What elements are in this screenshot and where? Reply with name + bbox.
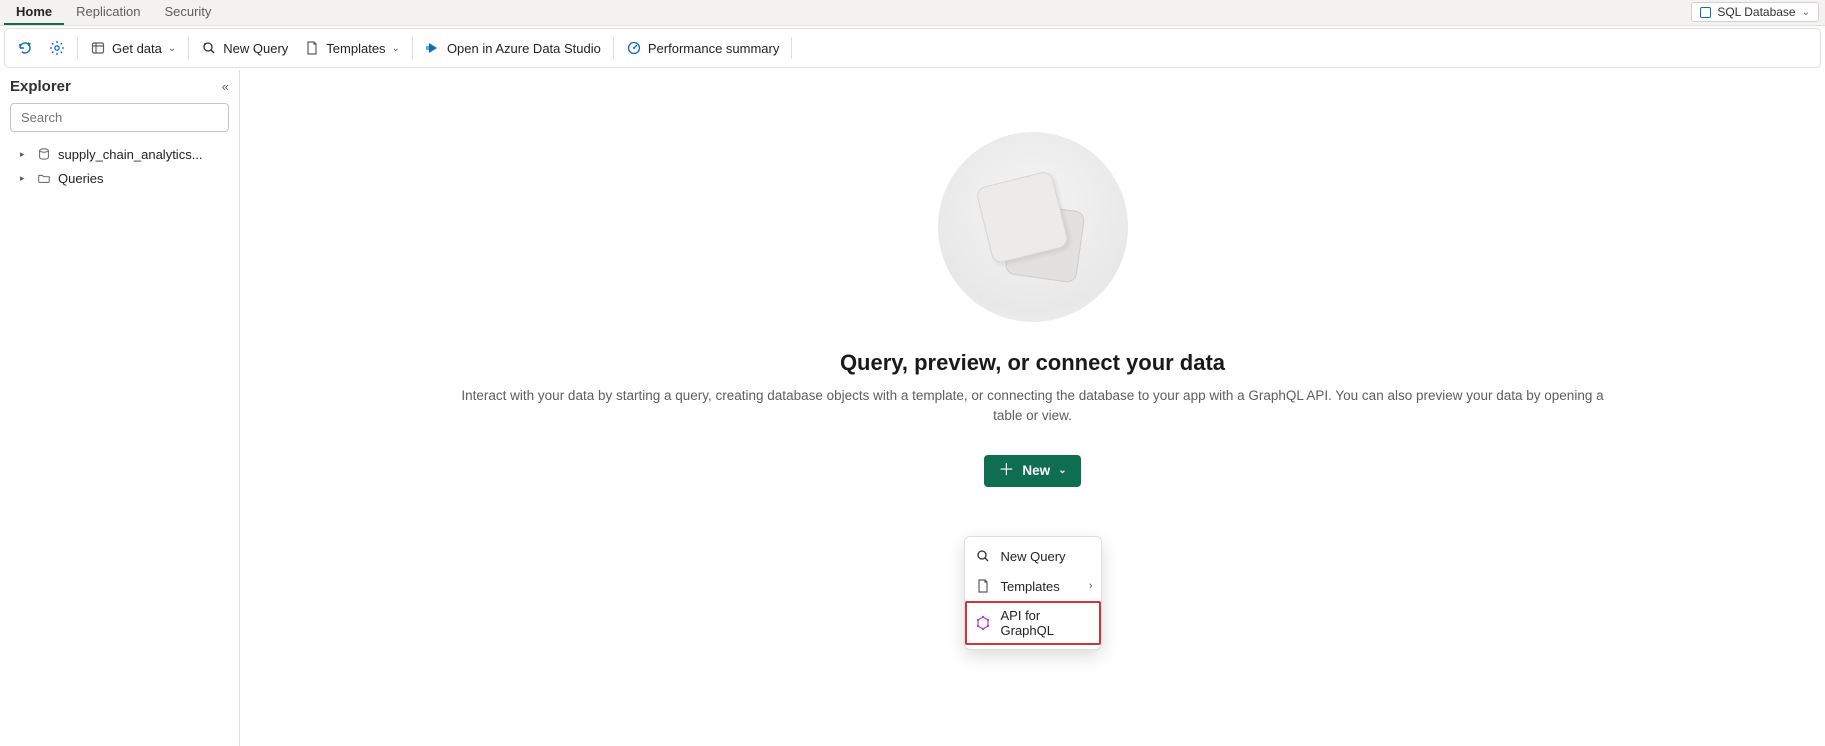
- empty-state: Query, preview, or connect your data Int…: [443, 132, 1623, 487]
- database-type-dropdown[interactable]: SQL Database ⌄: [1691, 2, 1819, 22]
- query-icon: [201, 40, 217, 56]
- tree-item-database[interactable]: ▸ supply_chain_analytics...: [10, 142, 229, 166]
- templates-icon: [975, 578, 991, 594]
- chevron-right-icon: ▸: [20, 173, 30, 184]
- graphql-icon: [975, 615, 991, 631]
- tab-replication[interactable]: Replication: [64, 0, 152, 25]
- performance-label: Performance summary: [648, 41, 779, 56]
- get-data-button[interactable]: Get data ⌄: [82, 36, 184, 60]
- database-icon: [36, 146, 52, 162]
- gear-icon: [49, 40, 65, 56]
- new-query-label: New Query: [223, 41, 288, 56]
- plus-icon: ＋: [998, 463, 1014, 479]
- chevron-down-icon: ⌄: [392, 43, 400, 54]
- tree-item-label: Queries: [58, 171, 104, 186]
- toolbar-separator: [613, 37, 614, 59]
- menu-item-label: New Query: [1001, 549, 1066, 564]
- chevron-down-icon: ⌄: [168, 43, 176, 54]
- new-dropdown-menu: New Query Templates › API for GraphQL: [964, 536, 1102, 650]
- toolbar-separator: [791, 37, 792, 59]
- gauge-icon: [626, 40, 642, 56]
- empty-state-title: Query, preview, or connect your data: [443, 350, 1623, 376]
- chevron-right-icon: ▸: [20, 149, 30, 160]
- tree-item-queries[interactable]: ▸ Queries: [10, 166, 229, 190]
- folder-icon: [36, 170, 52, 186]
- new-query-button[interactable]: New Query: [193, 36, 296, 60]
- open-ads-label: Open in Azure Data Studio: [447, 41, 601, 56]
- refresh-button[interactable]: [9, 36, 41, 60]
- menu-item-label: Templates: [1001, 579, 1060, 594]
- tree-item-label: supply_chain_analytics...: [58, 147, 203, 162]
- query-icon: [975, 548, 991, 564]
- new-button-label: New: [1022, 463, 1050, 478]
- empty-state-illustration: [938, 132, 1128, 322]
- get-data-label: Get data: [112, 41, 162, 56]
- main-pane: Query, preview, or connect your data Int…: [240, 70, 1825, 746]
- menu-new-query[interactable]: New Query: [965, 541, 1101, 571]
- top-tabs: Home Replication Security SQL Database ⌄: [0, 0, 1825, 26]
- menu-item-label: API for GraphQL: [1001, 608, 1091, 638]
- toolbar-separator: [77, 37, 78, 59]
- refresh-icon: [17, 40, 33, 56]
- menu-templates[interactable]: Templates ›: [965, 571, 1101, 601]
- explorer-title: Explorer: [10, 78, 71, 95]
- body: Explorer « ▸ supply_chain_analytics... ▸…: [0, 70, 1825, 746]
- empty-state-subtitle: Interact with your data by starting a qu…: [453, 386, 1613, 427]
- performance-button[interactable]: Performance summary: [618, 36, 787, 60]
- data-icon: [90, 40, 106, 56]
- tab-home[interactable]: Home: [4, 0, 64, 25]
- templates-button[interactable]: Templates ⌄: [296, 36, 408, 60]
- toolbar: Get data ⌄ New Query Templates ⌄ Open in…: [4, 28, 1821, 68]
- collapse-sidebar-button[interactable]: «: [222, 79, 229, 94]
- templates-label: Templates: [326, 41, 385, 56]
- azure-data-studio-icon: [425, 40, 441, 56]
- database-icon: [1700, 7, 1711, 18]
- chevron-right-icon: ›: [1089, 580, 1093, 592]
- templates-icon: [304, 40, 320, 56]
- explorer-search-input[interactable]: [10, 103, 229, 132]
- toolbar-separator: [188, 37, 189, 59]
- toolbar-separator: [412, 37, 413, 59]
- menu-api-graphql[interactable]: API for GraphQL: [965, 601, 1101, 645]
- new-dropdown-button[interactable]: ＋ New ⌄: [984, 455, 1080, 487]
- database-type-label: SQL Database: [1717, 5, 1795, 19]
- chevron-down-icon: ⌄: [1058, 465, 1066, 476]
- tab-security[interactable]: Security: [152, 0, 223, 25]
- open-ads-button[interactable]: Open in Azure Data Studio: [417, 36, 609, 60]
- explorer-sidebar: Explorer « ▸ supply_chain_analytics... ▸…: [0, 70, 240, 746]
- settings-button[interactable]: [41, 36, 73, 60]
- chevron-down-icon: ⌄: [1802, 7, 1810, 18]
